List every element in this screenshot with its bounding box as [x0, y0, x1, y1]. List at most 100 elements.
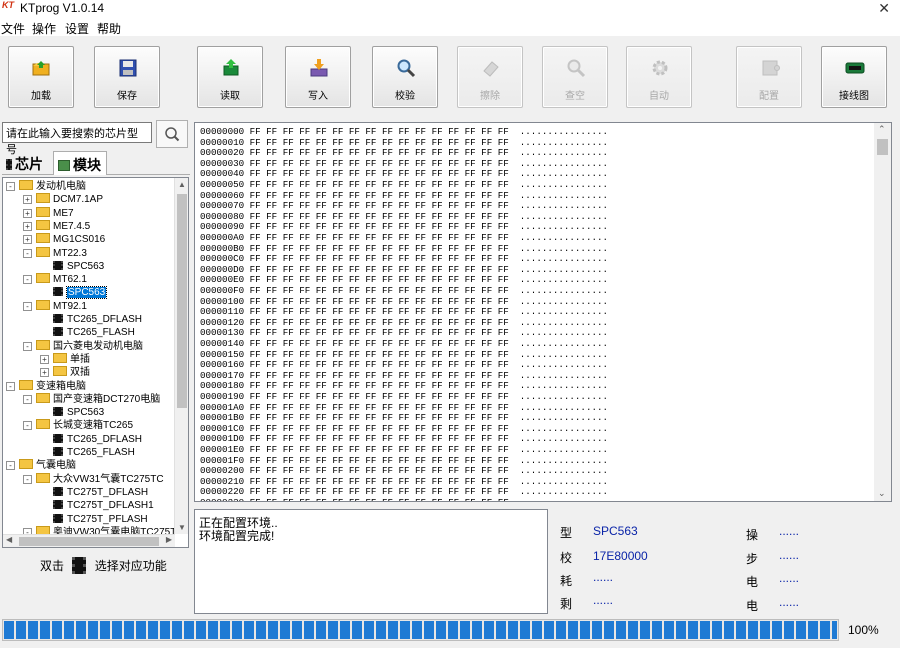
folder-icon — [36, 472, 50, 483]
expand-icon[interactable]: + — [23, 235, 32, 245]
folder-icon — [19, 459, 33, 470]
collapse-icon[interactable]: - — [6, 182, 15, 191]
info-value-step: ...... — [779, 548, 800, 562]
hex-row: 000000F0 FF FF FF FF FF FF FF FF FF FF F… — [200, 285, 608, 296]
collapse-icon[interactable]: - — [23, 301, 32, 311]
hex-row: 00000050 FF FF FF FF FF FF FF FF FF FF F… — [200, 179, 608, 190]
folder-icon — [36, 246, 50, 257]
hex-row: 000000A0 FF FF FF FF FF FF FF FF FF FF F… — [200, 232, 608, 243]
tree-item-label: 双插 — [70, 367, 90, 379]
info-value-checksum: 17E80000 — [593, 549, 648, 563]
collapse-icon[interactable]: - — [23, 421, 32, 431]
scroll-up-icon[interactable]: ⌃ — [878, 124, 886, 135]
tree-item-label: 单插 — [70, 353, 90, 365]
close-button[interactable]: ✕ — [878, 0, 890, 17]
folder-icon — [36, 392, 50, 403]
progress-bar — [2, 619, 839, 641]
chip-icon — [53, 314, 63, 323]
write-button[interactable]: 写入 — [285, 46, 351, 108]
tree-horizontal-scrollbar[interactable]: ◀ ▶ — [3, 534, 175, 547]
menu-help[interactable]: 帮助 — [97, 20, 121, 37]
tree-item-label: ME7.4.5 — [53, 220, 91, 232]
tree-item-label: SPC563 — [65, 286, 108, 300]
load-button-label: 加载 — [31, 91, 51, 102]
save-button[interactable]: 保存 — [94, 46, 160, 108]
blank-check-button[interactable]: 查空 — [542, 46, 608, 108]
tree-vscroll-thumb[interactable] — [177, 194, 187, 408]
module-icon — [58, 160, 70, 171]
gear-icon — [650, 58, 670, 78]
folder-icon — [53, 366, 67, 377]
tree-item-label: MT62.1 — [53, 274, 87, 286]
erase-button[interactable]: 擦除 — [457, 46, 523, 108]
folder-open-icon — [32, 58, 52, 78]
hex-row: 00000230 FF FF FF FF FF FF FF FF FF FF F… — [200, 497, 608, 501]
tab-module[interactable]: 模块 — [53, 151, 107, 175]
collapse-icon[interactable]: - — [23, 248, 32, 258]
auto-button-label: 自动 — [649, 91, 669, 102]
window-title: KTprog V1.0.14 — [20, 1, 105, 15]
hex-row: 000001E0 FF FF FF FF FF FF FF FF FF FF F… — [200, 444, 608, 455]
tree-item-label: TC265_DFLASH — [67, 433, 143, 445]
log-panel: 正在配置环境.. 环境配置完成! — [194, 509, 548, 614]
chip-icon — [53, 433, 63, 443]
scroll-left-icon[interactable]: ◀ — [6, 535, 12, 544]
expand-icon[interactable]: + — [23, 221, 32, 231]
config-button[interactable]: 配置 — [736, 46, 802, 108]
scroll-up-icon[interactable]: ▲ — [178, 180, 186, 189]
erase-button-label: 擦除 — [480, 91, 500, 102]
hex-viewer[interactable]: 00000000 FF FF FF FF FF FF FF FF FF FF F… — [194, 122, 892, 502]
folder-icon — [36, 339, 50, 350]
tab-chip[interactable]: 芯片 — [2, 151, 52, 175]
menu-operation[interactable]: 操作 — [32, 20, 56, 37]
collapse-icon[interactable]: - — [23, 394, 32, 404]
verify-button[interactable]: 校验 — [372, 46, 438, 108]
expand-icon[interactable]: + — [40, 368, 49, 378]
read-button[interactable]: 读取 — [197, 46, 263, 108]
tree-item-label: TC275T_DFLASH1 — [67, 500, 154, 512]
collapse-icon[interactable]: - — [23, 474, 32, 484]
expand-icon[interactable]: + — [23, 208, 32, 218]
wiring-button[interactable]: 接线图 — [821, 46, 887, 108]
config-button-label: 配置 — [759, 91, 779, 102]
tree-item-label: MT92.1 — [53, 300, 87, 312]
zoom-icon — [566, 58, 586, 78]
expand-icon[interactable]: + — [40, 354, 49, 364]
collapse-icon[interactable]: - — [23, 341, 32, 351]
chip-search-input[interactable]: 请在此输入要搜索的芯片型号 — [2, 122, 152, 156]
tree-hscroll-thumb[interactable] — [19, 537, 159, 546]
chip-icon — [53, 407, 63, 417]
scroll-down-icon[interactable]: ⌄ — [878, 488, 886, 499]
auto-button[interactable]: 自动 — [626, 46, 692, 108]
search-button[interactable] — [156, 120, 188, 148]
folder-icon — [36, 193, 50, 204]
chip-icon — [53, 327, 63, 337]
collapse-icon[interactable]: - — [6, 381, 15, 391]
hint-prefix: 双击 — [40, 559, 65, 573]
tree-item-label: 国六菱电发动机电脑 — [53, 340, 143, 352]
tree-item-label: 发动机电脑 — [36, 181, 86, 192]
folder-icon — [36, 206, 50, 217]
collapse-icon[interactable]: - — [23, 275, 32, 285]
menu-file[interactable]: 文件 — [1, 20, 25, 37]
hex-vscroll-thumb[interactable] — [877, 139, 888, 155]
collapse-icon[interactable]: - — [6, 461, 15, 471]
floppy-disk-icon — [118, 58, 138, 78]
connector-icon — [845, 58, 865, 78]
load-button[interactable]: 加载 — [8, 46, 74, 108]
tree-item-label: SPC563 — [67, 260, 105, 272]
download-chip-icon — [221, 58, 241, 78]
info-label-model: 型 — [560, 526, 573, 540]
hex-vertical-scrollbar[interactable]: ⌃ ⌄ — [874, 123, 891, 501]
scroll-right-icon[interactable]: ▶ — [166, 535, 172, 544]
scroll-down-icon[interactable]: ▼ — [178, 523, 186, 532]
hex-row: 00000190 FF FF FF FF FF FF FF FF FF FF F… — [200, 391, 608, 402]
progress-fill — [4, 621, 837, 639]
tree-item-label: ME7 — [53, 207, 74, 219]
hint-text: 双击 选择对应功能 — [40, 557, 167, 574]
menu-settings[interactable]: 设置 — [65, 20, 89, 37]
hex-row: 00000140 FF FF FF FF FF FF FF FF FF FF F… — [200, 338, 608, 349]
expand-icon[interactable]: + — [23, 195, 32, 205]
tree-vertical-scrollbar[interactable]: ▲ ▼ — [174, 178, 188, 534]
blank-check-button-label: 查空 — [565, 91, 585, 102]
